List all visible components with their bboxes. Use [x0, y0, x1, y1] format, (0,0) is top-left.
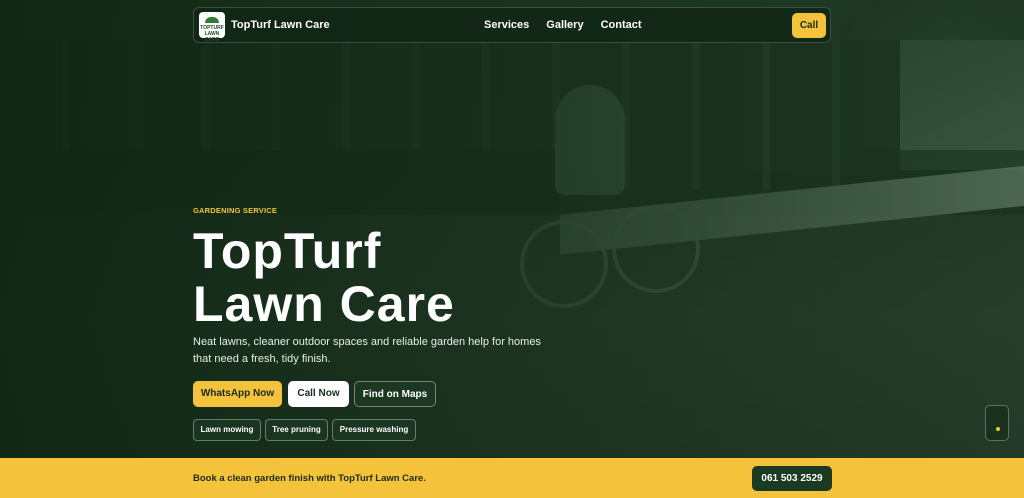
whatsapp-button[interactable]: WhatsApp Now — [193, 381, 282, 407]
bottom-bar-text: Book a clean garden finish with TopTurf … — [193, 473, 426, 484]
nav-call-button[interactable]: Call — [792, 13, 826, 38]
hero-description: Neat lawns, cleaner outdoor spaces and r… — [193, 336, 541, 365]
leaf-icon — [205, 17, 219, 23]
nav-link-services[interactable]: Services — [484, 19, 529, 31]
hero-title: TopTurf Lawn Care — [193, 225, 455, 331]
scroll-indicator[interactable] — [985, 405, 1009, 441]
nav-link-gallery[interactable]: Gallery — [546, 19, 583, 31]
service-chip-tree-pruning: Tree pruning — [265, 419, 328, 441]
nav-link-contact[interactable]: Contact — [601, 19, 642, 31]
top-navbar: TOPTURF LAWN CARE TopTurf Lawn Care Serv… — [193, 7, 831, 43]
hero-title-line1: TopTurf — [193, 223, 382, 279]
nav-links: Services Gallery Contact — [484, 19, 642, 31]
brand-name[interactable]: TopTurf Lawn Care — [231, 19, 330, 31]
service-chip-lawn-mowing: Lawn mowing — [193, 419, 261, 441]
brand-logo[interactable]: TOPTURF LAWN CARE — [199, 12, 225, 43]
hero-eyebrow: GARDENING SERVICE — [193, 206, 278, 215]
hero-title-line2: Lawn Care — [193, 276, 455, 332]
scroll-dot-icon — [996, 427, 1000, 431]
hero-background-photo — [0, 0, 1024, 498]
bottom-cta-bar: Book a clean garden finish with TopTurf … — [0, 458, 1024, 498]
service-chip-pressure-washing: Pressure washing — [332, 419, 416, 441]
call-now-button[interactable]: Call Now — [288, 381, 349, 407]
find-on-maps-button[interactable]: Find on Maps — [354, 381, 436, 407]
bottom-bar-phone-button[interactable]: 061 503 2529 — [752, 466, 832, 491]
